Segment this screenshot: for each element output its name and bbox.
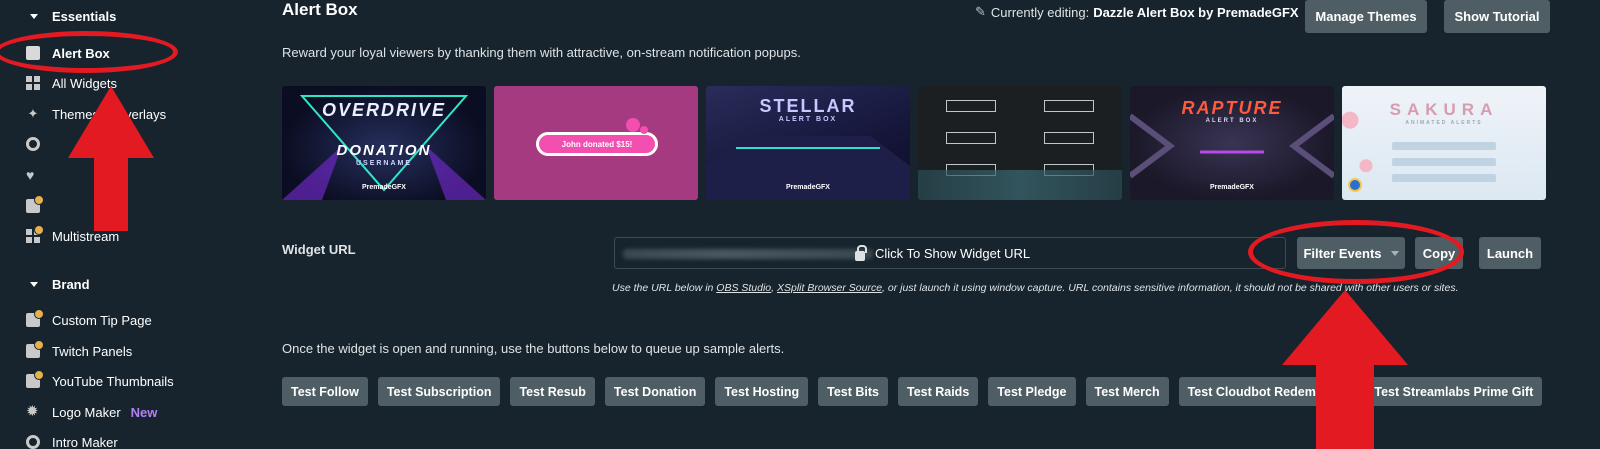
annotation-ellipse-alert-box [0,31,178,73]
sidebar-item-label: Twitch Panels [52,343,133,359]
stellar-sub: ALERT BOX [778,116,838,123]
donation-pill: John donated $15! [536,132,658,156]
multistream-icon [26,225,44,243]
brand-label: Brand [52,277,90,292]
intro-maker-icon [26,435,40,449]
test-subscription-button[interactable]: Test Subscription [377,377,501,406]
editing-prefix: Currently editing: [990,4,1090,20]
overdrive-brand: PremadeGFX [362,184,406,191]
sidebar-item-twitch-panels[interactable]: Twitch Panels [26,340,133,361]
theme-thumb-sakura[interactable]: SAKURA ANIMATED ALERTS [1342,86,1546,200]
sakura-bar [1392,174,1496,182]
test-bits-button[interactable]: Test Bits [818,377,888,406]
decor-dot [626,118,640,132]
obs-studio-link[interactable]: OBS Studio [716,282,771,294]
overdrive-user: USERNAME [355,160,413,167]
test-pledge-button[interactable]: Test Pledge [988,377,1076,406]
sidebar-item-logo-maker[interactable]: ✹ Logo Maker New [26,402,157,422]
sidebar-item-4[interactable] [26,134,52,154]
test-donation-button[interactable]: Test Donation [604,377,706,406]
stellar-title: STELLAR [759,96,857,116]
rapture-title: RAPTURE [1181,98,1283,118]
panels-icon [26,340,44,358]
test-raids-button[interactable]: Test Raids [897,377,979,406]
sakura-bar [1392,142,1496,150]
lock-icon [855,244,867,261]
annotation-ellipse-filter-events [1248,220,1464,284]
sidebar-item-label: YouTube Thumbnails [52,373,174,389]
show-tutorial-button[interactable]: Show Tutorial [1444,0,1550,33]
house-icon [26,195,44,213]
theme-thumb-overdrive[interactable]: OVERDRIVE DONATION USERNAME PremadeGFX [282,86,486,200]
theme-gallery: OVERDRIVE DONATION USERNAME PremadeGFX J… [282,86,1546,200]
test-resub-button[interactable]: Test Resub [510,377,595,406]
sidebar-item-intro-maker[interactable]: Intro Maker [26,432,118,449]
page-title: Alert Box [282,0,358,19]
donation-pill-text: John donated $15! [561,139,633,149]
blurred-url [623,249,873,259]
decor-dot [640,126,648,134]
queue-instructions: Once the widget is open and running, use… [282,341,785,356]
test-merch-button[interactable]: Test Merch [1085,377,1169,406]
essentials-label: Essentials [52,9,117,24]
sakura-bar [1392,158,1496,166]
widget-url-label: Widget URL [282,242,356,257]
alert-frame [946,100,996,112]
show-url-overlay[interactable]: Click To Show Widget URL [855,244,1031,261]
sidebar-item-label: Custom Tip Page [52,312,152,328]
overdrive-title: OVERDRIVE [321,100,447,120]
page-description: Reward your loyal viewers by thanking th… [282,45,801,60]
launch-button[interactable]: Launch [1479,237,1541,269]
xsplit-link[interactable]: XSplit Browser Source [777,282,882,294]
sidebar-item-custom-tip-page[interactable]: Custom Tip Page [26,309,152,330]
theme-thumb-donation-pill[interactable]: John donated $15! [494,86,698,200]
widget-url-field[interactable]: Click To Show Widget URL [614,237,1286,269]
test-follow-button[interactable]: Test Follow [282,377,368,406]
sidebar-item-label: Logo Maker [52,404,121,420]
thumbnail-icon [26,370,44,388]
editing-theme-name: Dazzle Alert Box by PremadeGFX [1093,4,1299,20]
sidebar-item-youtube-thumbnails[interactable]: YouTube Thumbnails [26,370,174,391]
brand-section-header[interactable]: Brand [30,277,90,292]
show-url-text: Click To Show Widget URL [875,246,1031,261]
annotation-arrow-up-right [1282,290,1408,449]
new-badge: New [130,404,158,420]
essentials-section-header[interactable]: Essentials [30,9,116,24]
alert-frame [1044,132,1094,144]
magic-wand-icon: ✦ [27,106,39,121]
pencil-icon: ✎ [975,4,986,19]
stellar-brand: PremadeGFX [786,184,830,191]
theme-thumb-stellar[interactable]: STELLAR ALERT BOX PremadeGFX [706,86,910,200]
prime-badge-icon [1348,178,1362,192]
sidebar-item-5[interactable]: ♥ [26,165,52,185]
overdrive-sub: DONATION [336,142,432,159]
heart-icon: ♥ [26,167,35,183]
sidebar-item-6[interactable] [26,195,52,216]
test-hosting-button[interactable]: Test Hosting [715,377,809,406]
sakura-sub: ANIMATED ALERTS [1405,120,1483,126]
alert-frame [946,132,996,144]
note-text-1: Use the URL below in [612,282,717,294]
tip-page-icon [26,309,44,327]
sidebar-item-label: Intro Maker [52,434,118,449]
chevron-down-icon [30,14,38,19]
chevron-down-icon [30,282,38,287]
theme-thumb-rapture[interactable]: RAPTURE ALERT BOX PremadeGFX [1130,86,1334,200]
currently-editing: ✎ Currently editing: Dazzle Alert Box by… [975,4,1299,20]
rapture-brand: PremadeGFX [1210,184,1254,191]
widgets-grid-icon [26,76,40,90]
theme-thumb-twitch-username[interactable] [918,86,1122,200]
manage-themes-button[interactable]: Manage Themes [1305,0,1427,33]
alert-frame [1044,100,1094,112]
rapture-sub: ALERT BOX [1205,118,1259,124]
circle-icon [26,137,40,151]
sakura-title: SAKURA [1389,100,1499,119]
gear-icon: ✹ [26,403,39,420]
glow-strip [918,170,1122,200]
annotation-arrow-up-left [68,86,154,231]
